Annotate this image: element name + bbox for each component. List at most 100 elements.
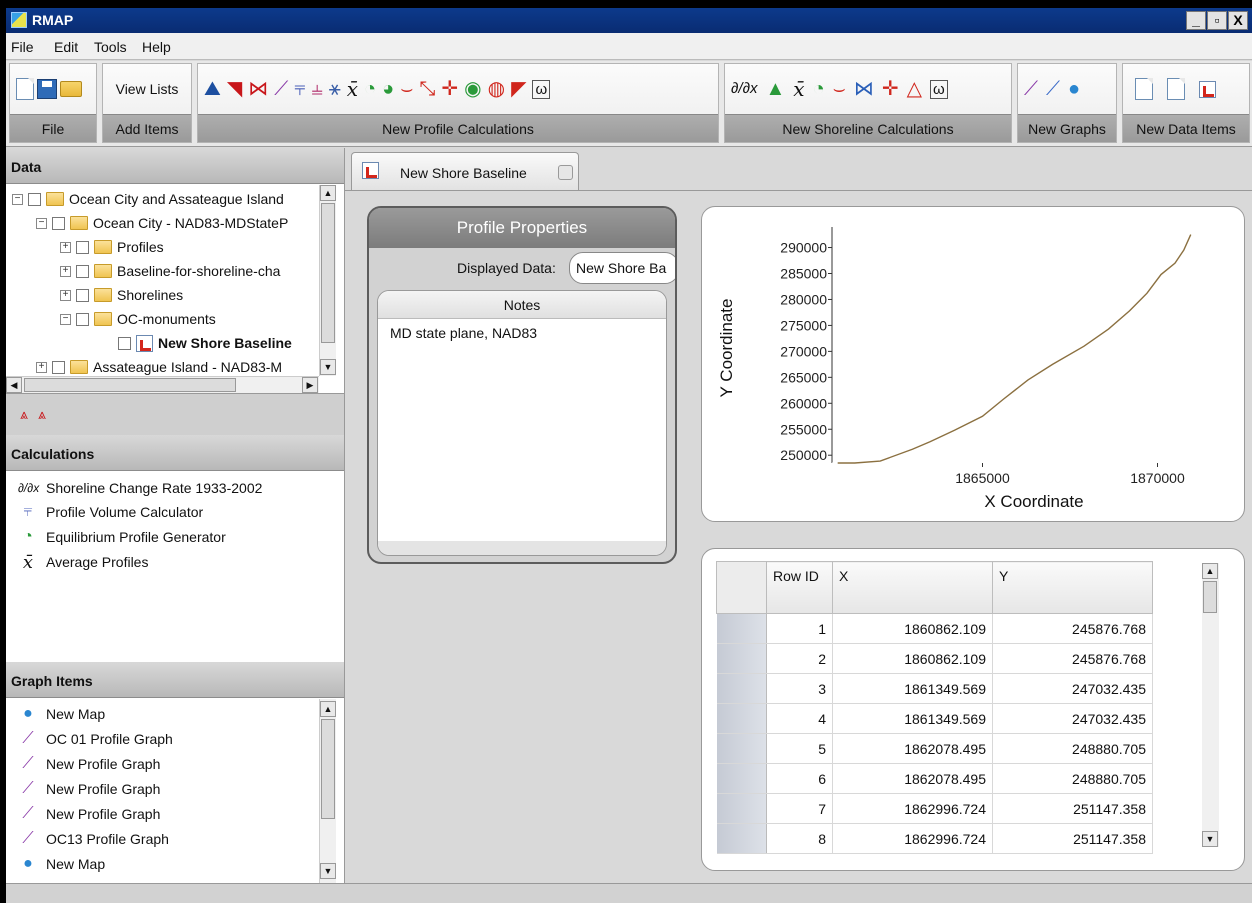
tree-node-oc-monuments[interactable]: − OC-monuments: [60, 307, 216, 331]
cell-x[interactable]: 1862996.724: [832, 823, 993, 854]
scroll-up-icon[interactable]: ▲: [320, 701, 336, 717]
cell-x[interactable]: 1862078.495: [832, 763, 993, 794]
checkbox[interactable]: [28, 192, 41, 206]
bridge-icon[interactable]: ⋈: [854, 78, 874, 100]
checkbox[interactable]: [52, 216, 65, 230]
crosshair-icon[interactable]: ✛: [882, 78, 899, 100]
cell-y[interactable]: 248880.705: [992, 733, 1153, 764]
scroll-down-icon[interactable]: ▼: [320, 863, 336, 879]
calc-item-profile-volume[interactable]: ⫧ Profile Volume Calculator: [18, 500, 203, 524]
volume-alt-icon[interactable]: ⫨: [311, 78, 322, 100]
cell-y[interactable]: 251147.358: [992, 823, 1153, 854]
tree-node-shorelines[interactable]: + Shorelines: [60, 283, 183, 307]
cell-y[interactable]: 251147.358: [992, 793, 1153, 824]
table-row[interactable]: 3 1861349.569 247032.435: [716, 673, 1153, 704]
row-selector[interactable]: [716, 643, 767, 674]
column-header-row-id[interactable]: Row ID: [766, 561, 833, 614]
menu-edit[interactable]: Edit: [54, 39, 78, 55]
equilibrium-alt-icon[interactable]: ◕: [382, 78, 394, 100]
average-icon[interactable]: x̄: [793, 78, 804, 100]
column-header-x[interactable]: X: [832, 561, 993, 614]
volume-icon[interactable]: ⫧: [294, 78, 305, 100]
closure-icon[interactable]: ◉: [464, 78, 481, 100]
row-selector[interactable]: [716, 703, 767, 734]
closure-alt-icon[interactable]: ◍: [488, 78, 505, 100]
graph-item[interactable]: ● New Map: [18, 702, 105, 726]
tree-vertical-scrollbar[interactable]: ▲ ▼: [319, 185, 336, 376]
table-row[interactable]: 1 1860862.109 245876.768: [716, 613, 1153, 644]
restore-button[interactable]: ▫: [1207, 11, 1227, 30]
menu-file[interactable]: File: [11, 39, 34, 55]
graph-item[interactable]: ⟋ New Profile Graph: [18, 777, 160, 801]
scroll-left-icon[interactable]: ◀: [6, 377, 22, 393]
column-header-y[interactable]: Y: [992, 561, 1153, 614]
cell-row-id[interactable]: 5: [766, 733, 833, 764]
menu-tools[interactable]: Tools: [94, 39, 127, 55]
table-row[interactable]: 6 1862078.495 248880.705: [716, 763, 1153, 794]
cell-y[interactable]: 245876.768: [992, 643, 1153, 674]
scroll-thumb[interactable]: [321, 203, 335, 343]
cell-row-id[interactable]: 6: [766, 763, 833, 794]
graph-items-scrollbar[interactable]: ▲ ▼: [319, 699, 336, 883]
tree-node-root[interactable]: − Ocean City and Assateague Island: [12, 187, 284, 211]
cell-row-id[interactable]: 3: [766, 673, 833, 704]
profile-compare-icon[interactable]: ⋈: [248, 78, 268, 100]
equilibrium-icon[interactable]: ◔: [364, 78, 376, 100]
open-folder-icon[interactable]: [60, 81, 82, 97]
scroll-right-icon[interactable]: ▶: [302, 377, 318, 393]
slope-icon[interactable]: ⤡: [419, 78, 435, 100]
expand-icon[interactable]: +: [36, 361, 47, 373]
profile-graph-icon[interactable]: ⟋: [1024, 78, 1038, 100]
globe-icon[interactable]: ●: [1068, 78, 1080, 100]
baseline-graph[interactable]: 250000 255000 260000 265000 270000 275000 2800…: [701, 206, 1245, 522]
minimize-button[interactable]: _: [1186, 11, 1206, 30]
scroll-up-icon[interactable]: ▲: [320, 185, 336, 201]
graph-item[interactable]: ⟋ OC 01 Profile Graph: [18, 727, 172, 751]
scroll-thumb[interactable]: [1203, 581, 1217, 613]
tab-new-shore-baseline[interactable]: New Shore Baseline: [351, 152, 579, 190]
triangle-icon[interactable]: ▲: [766, 78, 786, 100]
cell-row-id[interactable]: 8: [766, 823, 833, 854]
crosshair-icon[interactable]: ✛: [441, 78, 458, 100]
cell-x[interactable]: 1862078.495: [832, 733, 993, 764]
save-icon[interactable]: [37, 79, 57, 99]
tree-node-profiles[interactable]: + Profiles: [60, 235, 164, 259]
tree-node-new-shore-baseline[interactable]: New Shore Baseline: [118, 331, 292, 355]
calc-item-equilibrium-profile[interactable]: ◔ Equilibrium Profile Generator: [18, 525, 226, 549]
row-selector[interactable]: [716, 733, 767, 764]
cell-x[interactable]: 1862996.724: [832, 793, 993, 824]
new-baseline-icon[interactable]: [1199, 80, 1216, 98]
function-icon[interactable]: ω: [532, 79, 551, 99]
equilibrium-icon[interactable]: ◔: [813, 78, 825, 100]
row-selector[interactable]: [716, 763, 767, 794]
table-row[interactable]: 5 1862078.495 248880.705: [716, 733, 1153, 764]
warning-icon[interactable]: △: [907, 78, 922, 100]
calc-item-average-profiles[interactable]: x̄ Average Profiles: [18, 550, 149, 574]
cell-x[interactable]: 1860862.109: [832, 613, 993, 644]
cell-y[interactable]: 248880.705: [992, 763, 1153, 794]
graph-item[interactable]: ⟋ OC13 Profile Graph: [18, 827, 169, 851]
collapse-icon[interactable]: −: [36, 217, 47, 229]
profile-line-icon[interactable]: ◥: [227, 78, 242, 100]
new-profile-data-icon[interactable]: [1167, 78, 1185, 100]
cell-row-id[interactable]: 7: [766, 793, 833, 824]
calc-item-shoreline-change-rate[interactable]: ∂/∂x Shoreline Change Rate 1933-2002: [18, 476, 262, 500]
cell-row-id[interactable]: 1: [766, 613, 833, 644]
table-row[interactable]: 4 1861349.569 247032.435: [716, 703, 1153, 734]
cell-x[interactable]: 1860862.109: [832, 643, 993, 674]
cell-y[interactable]: 247032.435: [992, 703, 1153, 734]
close-button[interactable]: X: [1228, 11, 1248, 30]
cell-row-id[interactable]: 2: [766, 643, 833, 674]
profile-tool-icon[interactable]: ⛰: [204, 78, 221, 100]
checkbox[interactable]: [76, 312, 89, 326]
cell-x[interactable]: 1861349.569: [832, 673, 993, 704]
scroll-up-icon[interactable]: ▲: [1202, 563, 1218, 579]
cell-y[interactable]: 245876.768: [992, 613, 1153, 644]
displayed-data-field[interactable]: New Shore Ba: [569, 252, 675, 284]
collapse-icon[interactable]: −: [60, 313, 71, 325]
row-selector[interactable]: [716, 823, 767, 854]
graph-item[interactable]: ⟋ New Profile Graph: [18, 752, 160, 776]
row-selector[interactable]: [716, 673, 767, 704]
cell-x[interactable]: 1861349.569: [832, 703, 993, 734]
tab-close-button[interactable]: [558, 165, 573, 180]
